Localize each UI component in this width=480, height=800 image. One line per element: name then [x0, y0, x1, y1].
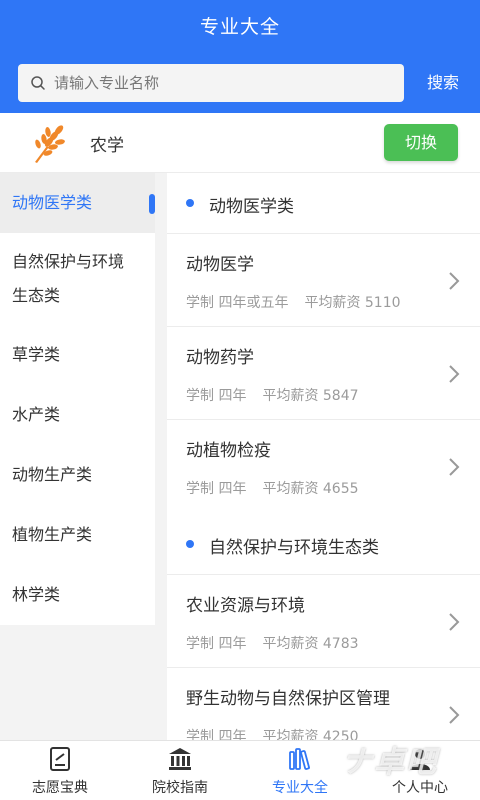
major-duration: 学制 四年或五年 — [186, 295, 289, 311]
major-item[interactable]: 动植物检疫 学制 四年 平均薪资 4655 — [167, 419, 480, 512]
sidebar-item-grassland[interactable]: 草学类 — [0, 338, 155, 372]
major-salary: 平均薪资 4655 — [262, 481, 359, 497]
major-duration: 学制 四年 — [186, 388, 247, 404]
major-name: 动植物检疫 — [186, 441, 271, 461]
section-header: 自然保护与环境生态类 — [167, 514, 480, 574]
header-bar: 专业大全 搜索 — [0, 0, 480, 113]
major-salary: 平均薪资 5847 — [262, 388, 359, 404]
chevron-right-icon — [449, 458, 460, 476]
section-dot — [186, 540, 194, 548]
sidebar-item-forestry[interactable]: 林学类 — [0, 578, 155, 612]
chevron-right-icon — [449, 613, 460, 631]
major-duration: 学制 四年 — [186, 729, 247, 740]
page-title: 专业大全 — [199, 16, 280, 38]
section-title: 自然保护与环境生态类 — [209, 538, 379, 558]
tab-volunteer-guide[interactable]: 志愿宝典 — [0, 741, 120, 800]
tab-label: 志愿宝典 — [32, 780, 88, 796]
notebook-icon — [50, 747, 70, 771]
search-box[interactable] — [18, 64, 404, 102]
chevron-right-icon — [449, 365, 460, 383]
category-name: 农学 — [90, 136, 124, 156]
major-meta: 学制 四年 平均薪资 4783 — [186, 633, 359, 653]
section-header: 动物医学类 — [167, 173, 480, 233]
switch-button[interactable]: 切换 — [384, 124, 458, 161]
section-dot — [186, 199, 194, 207]
active-indicator — [149, 194, 155, 214]
institution-icon — [169, 748, 191, 770]
category-sidebar: 动物医学类 自然保护与环境 生态类 草学类 水产类 动物生产类 植物生产类 林学… — [0, 173, 155, 625]
sidebar-item-aquatic[interactable]: 水产类 — [0, 398, 155, 432]
major-salary: 平均薪资 4783 — [262, 636, 359, 652]
search-input[interactable] — [54, 64, 394, 102]
tab-school-guide[interactable]: 院校指南 — [120, 741, 240, 800]
sidebar-item-label: 动物医学类 — [12, 193, 93, 212]
wheat-icon — [35, 125, 65, 163]
tab-label: 院校指南 — [152, 780, 208, 796]
major-item[interactable]: 野生动物与自然保护区管理 学制 四年 平均薪资 4250 — [167, 667, 480, 740]
search-button[interactable]: 搜索 — [415, 64, 471, 102]
major-meta: 学制 四年 平均薪资 4655 — [186, 478, 359, 498]
major-salary: 平均薪资 5110 — [304, 295, 401, 311]
watermark-logo: ナ卓吧 — [342, 745, 438, 780]
chevron-right-icon — [449, 272, 460, 290]
major-name: 动物医学 — [186, 255, 254, 275]
sidebar-item-animal-medicine[interactable]: 动物医学类 — [0, 173, 155, 233]
sidebar-item-label: 动物生产类 — [12, 465, 93, 484]
section-title: 动物医学类 — [209, 197, 294, 217]
major-name: 野生动物与自然保护区管理 — [186, 689, 390, 709]
search-icon — [31, 76, 45, 90]
major-meta: 学制 四年或五年 平均薪资 5110 — [186, 292, 401, 312]
major-duration: 学制 四年 — [186, 636, 247, 652]
category-bar: 农学 切换 — [0, 113, 480, 173]
major-name: 农业资源与环境 — [186, 596, 305, 616]
major-list: 动物医学类 动物医学 学制 四年或五年 平均薪资 5110 动物药学 学制 四年平… — [167, 173, 480, 740]
major-item[interactable]: 动物药学 学制 四年 平均薪资 5847 — [167, 326, 480, 419]
sidebar-item-nature-conservation[interactable]: 自然保护与环境 生态类 — [0, 245, 155, 315]
sidebar-item-label: 草学类 — [12, 345, 61, 364]
sidebar-item-label: 植物生产类 — [12, 525, 93, 544]
major-item[interactable]: 动物医学 学制 四年或五年 平均薪资 5110 — [167, 233, 480, 326]
sidebar-item-label-line2: 生态类 — [12, 286, 61, 305]
sidebar-item-animal-production[interactable]: 动物生产类 — [0, 458, 155, 492]
major-name: 动物药学 — [186, 348, 254, 368]
sidebar-item-label: 自然保护与环境 — [12, 252, 125, 271]
major-meta: 学制 四年 平均薪资 4250 — [186, 726, 359, 740]
major-item[interactable]: 农业资源与环境 学制 四年 平均薪资 4783 — [167, 574, 480, 667]
major-meta: 学制 四年 平均薪资 5847 — [186, 385, 359, 405]
sidebar-item-plant-production[interactable]: 植物生产类 — [0, 518, 155, 552]
books-icon — [289, 748, 310, 770]
major-duration: 学制 四年 — [186, 481, 247, 497]
sidebar-item-label: 水产类 — [12, 405, 61, 424]
sidebar-item-label: 林学类 — [12, 585, 61, 604]
chevron-right-icon — [449, 706, 460, 724]
